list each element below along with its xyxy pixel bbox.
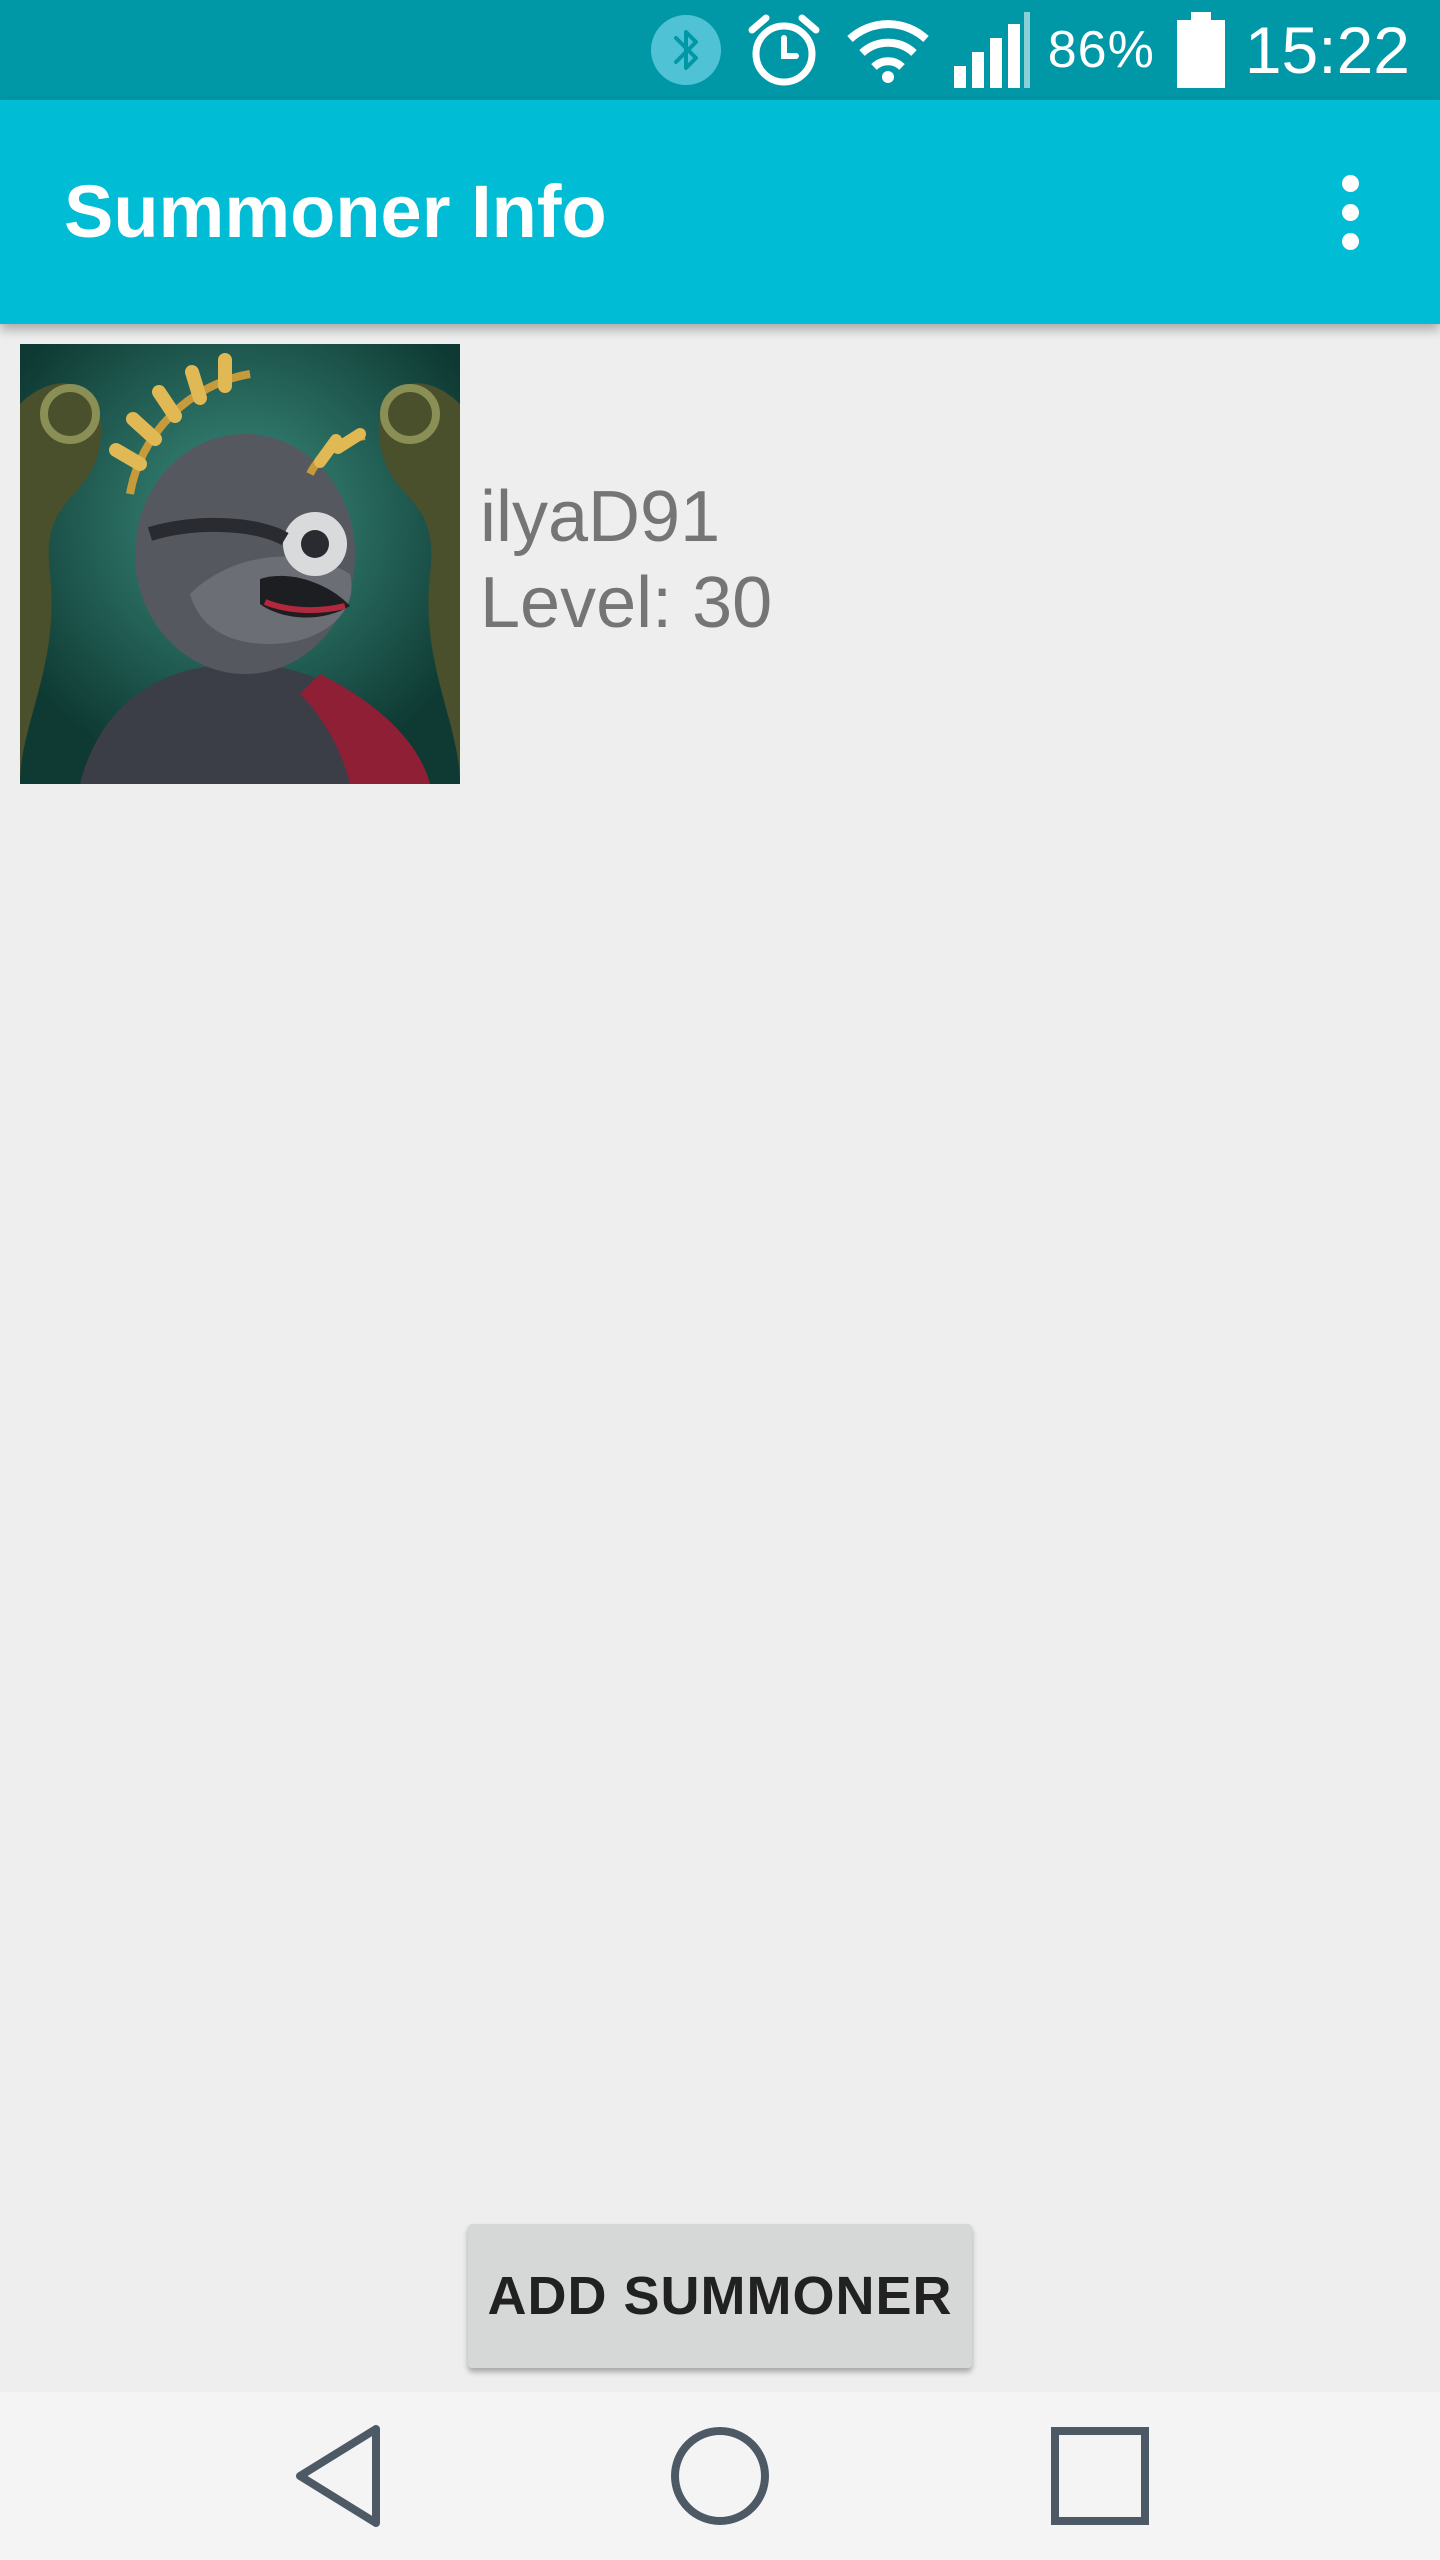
status-clock: 15:22 bbox=[1244, 13, 1410, 87]
add-summoner-button[interactable]: ADD SUMMONER bbox=[468, 2224, 972, 2368]
status-bar: 86% 15:22 bbox=[0, 0, 1440, 100]
navigation-bar bbox=[0, 2392, 1440, 2560]
screen: 86% 15:22 Summoner Info ilyaD91 Level: 3… bbox=[0, 0, 1440, 2560]
summoner-list-item[interactable]: ilyaD91 Level: 30 bbox=[20, 344, 1420, 784]
battery-icon bbox=[1176, 12, 1225, 88]
wifi-icon bbox=[846, 15, 930, 85]
home-icon[interactable] bbox=[620, 2392, 820, 2560]
summoner-info: ilyaD91 Level: 30 bbox=[480, 474, 772, 646]
summoner-level: Level: 30 bbox=[480, 563, 773, 643]
bluetooth-icon bbox=[650, 14, 722, 86]
battery-percent: 86% bbox=[1047, 21, 1155, 79]
app-bar: Summoner Info bbox=[0, 100, 1440, 324]
back-icon[interactable] bbox=[240, 2392, 440, 2560]
summoner-profile-icon bbox=[20, 344, 460, 784]
more-vert-icon[interactable] bbox=[1290, 152, 1410, 272]
cell-signal-icon bbox=[952, 12, 1032, 88]
alarm-icon bbox=[744, 10, 824, 90]
summoner-name: ilyaD91 bbox=[480, 477, 721, 557]
recents-icon[interactable] bbox=[1000, 2392, 1200, 2560]
app-title: Summoner Info bbox=[64, 170, 607, 253]
